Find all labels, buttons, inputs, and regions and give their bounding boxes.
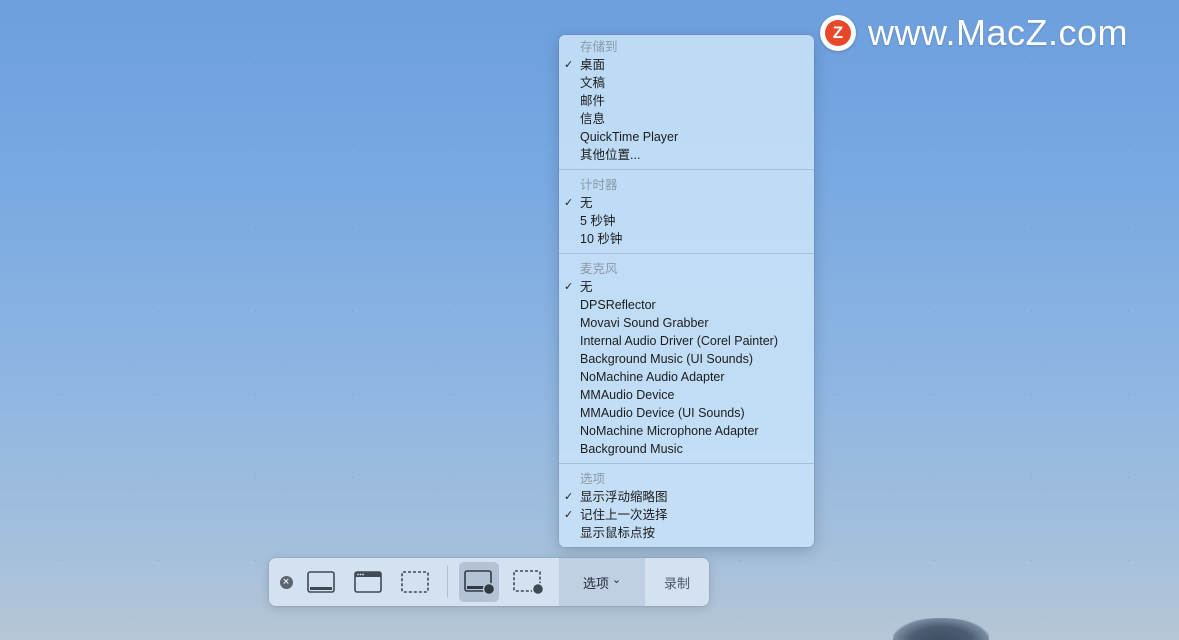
menu-section: 麦克风 ✓ 无 DPSReflector Movavi Sound Grabber Int… bbox=[559, 260, 814, 458]
menu-item-label: QuickTime Player bbox=[580, 130, 679, 144]
menu-item[interactable]: Background Music bbox=[559, 440, 814, 458]
menu-item[interactable]: Internal Audio Driver (Corel Painter) bbox=[559, 332, 814, 350]
menu-item-label: 其他位置... bbox=[580, 148, 641, 162]
menu-item-label: 文稿 bbox=[580, 76, 606, 90]
options-label: 选项 bbox=[582, 575, 609, 591]
menu-item-label: 10 秒钟 bbox=[580, 232, 623, 246]
record-entire-screen-button[interactable] bbox=[459, 562, 499, 602]
checkmark-icon: ✓ bbox=[564, 491, 574, 503]
record-selection-icon bbox=[513, 570, 544, 595]
menu-item[interactable]: 显示鼠标点按 bbox=[559, 524, 814, 542]
menu-item[interactable]: Movavi Sound Grabber bbox=[559, 314, 814, 332]
menu-item[interactable]: ✓ 无 bbox=[559, 194, 814, 212]
close-icon: × bbox=[279, 575, 293, 589]
menu-item[interactable]: 文稿 bbox=[559, 74, 814, 92]
screenshot-toolbar: × 选项 ⌄ 录制 bbox=[269, 558, 709, 606]
chevron-down-icon: ⌄ bbox=[611, 573, 622, 586]
checkmark-icon: ✓ bbox=[564, 59, 574, 71]
menu-item[interactable]: MMAudio Device (UI Sounds) bbox=[559, 404, 814, 422]
options-menu: 存储到 ✓ 桌面 文稿 邮件 信息 QuickTime Player 其他位置... 计时器 ✓ 无… bbox=[559, 35, 814, 547]
menu-item[interactable]: 信息 bbox=[559, 110, 814, 128]
menu-item-label: 5 秒钟 bbox=[580, 214, 616, 228]
watermark-text: www.MacZ.com bbox=[868, 12, 1129, 53]
menu-item-label: Background Music (UI Sounds) bbox=[580, 352, 753, 366]
record-label: 录制 bbox=[663, 575, 690, 591]
watermark-logo-letter: Z bbox=[825, 20, 851, 46]
menu-section-header: 计时器 bbox=[580, 178, 618, 192]
capture-selection-icon bbox=[401, 571, 429, 593]
watermark: Z www.MacZ.com bbox=[820, 12, 1128, 54]
menu-item[interactable]: 邮件 bbox=[559, 92, 814, 110]
menu-item-label: Internal Audio Driver (Corel Painter) bbox=[580, 334, 778, 348]
menu-item[interactable]: DPSReflector bbox=[559, 296, 814, 314]
menu-item[interactable]: Background Music (UI Sounds) bbox=[559, 350, 814, 368]
menu-item[interactable]: MMAudio Device bbox=[559, 386, 814, 404]
record-entire-screen-icon bbox=[464, 570, 495, 595]
close-button[interactable]: × bbox=[277, 558, 295, 606]
menu-section-header: 存储到 bbox=[580, 40, 618, 54]
checkmark-icon: ✓ bbox=[564, 197, 574, 209]
capture-entire-screen-icon bbox=[307, 571, 335, 593]
menu-item[interactable]: QuickTime Player bbox=[559, 128, 814, 146]
menu-section: 存储到 ✓ 桌面文稿邮件信息 QuickTime Player 其他位置... bbox=[559, 38, 814, 164]
menu-item-label: 显示鼠标点按 bbox=[580, 526, 656, 540]
record-button[interactable]: 录制 bbox=[645, 558, 709, 606]
menu-section: 选项 ✓ 显示浮动缩略图 ✓ 记住上一次选择 显示鼠标点按 bbox=[559, 470, 814, 542]
record-selection-button[interactable] bbox=[507, 558, 549, 606]
checkmark-icon: ✓ bbox=[564, 509, 574, 521]
menu-separator bbox=[559, 463, 814, 464]
capture-window-button[interactable] bbox=[348, 558, 388, 606]
menu-item-label: Background Music bbox=[580, 442, 683, 456]
capture-entire-screen-button[interactable] bbox=[301, 558, 341, 606]
capture-window-icon bbox=[354, 571, 382, 593]
menu-separator bbox=[559, 169, 814, 170]
menu-item[interactable]: NoMachine Audio Adapter bbox=[559, 368, 814, 386]
menu-item-label: NoMachine Audio Adapter bbox=[580, 370, 725, 384]
menu-item-label: 邮件 bbox=[580, 94, 606, 108]
menu-item[interactable]: ✓ 无 bbox=[559, 278, 814, 296]
menu-item-label: 无 bbox=[580, 280, 593, 294]
watermark-logo-icon: Z bbox=[820, 15, 856, 51]
toolbar-divider bbox=[447, 566, 448, 598]
menu-separator bbox=[559, 253, 814, 254]
menu-item[interactable]: 10 秒钟 bbox=[559, 230, 814, 248]
menu-item-label: MMAudio Device (UI Sounds) bbox=[580, 406, 745, 420]
capture-selection-button[interactable] bbox=[395, 558, 435, 606]
menu-item-label: 桌面 bbox=[580, 58, 606, 72]
menu-item[interactable]: ✓ 显示浮动缩略图 bbox=[559, 488, 814, 506]
menu-section-header: 麦克风 bbox=[580, 262, 618, 276]
menu-item[interactable]: ✓ 桌面 bbox=[559, 56, 814, 74]
menu-section: 计时器 ✓ 无 5 秒钟 10 秒钟 bbox=[559, 176, 814, 248]
menu-section-header: 选项 bbox=[580, 472, 606, 486]
menu-item-label: NoMachine Microphone Adapter bbox=[580, 424, 759, 438]
menu-item[interactable]: 其他位置... bbox=[559, 146, 814, 164]
menu-item[interactable]: NoMachine Microphone Adapter bbox=[559, 422, 814, 440]
options-dropdown-button[interactable]: 选项 ⌄ bbox=[559, 558, 645, 606]
menu-item-label: 无 bbox=[580, 196, 593, 210]
menu-item[interactable]: ✓ 记住上一次选择 bbox=[559, 506, 814, 524]
menu-item[interactable]: 5 秒钟 bbox=[559, 212, 814, 230]
menu-item-label: 信息 bbox=[580, 112, 606, 126]
menu-item-label: Movavi Sound Grabber bbox=[580, 316, 709, 330]
menu-item-label: 记住上一次选择 bbox=[580, 508, 668, 522]
menu-item-label: 显示浮动缩略图 bbox=[580, 490, 668, 504]
menu-item-label: MMAudio Device bbox=[580, 388, 675, 402]
tree-silhouette bbox=[893, 618, 989, 640]
menu-item-label: DPSReflector bbox=[580, 298, 656, 312]
checkmark-icon: ✓ bbox=[564, 281, 574, 293]
